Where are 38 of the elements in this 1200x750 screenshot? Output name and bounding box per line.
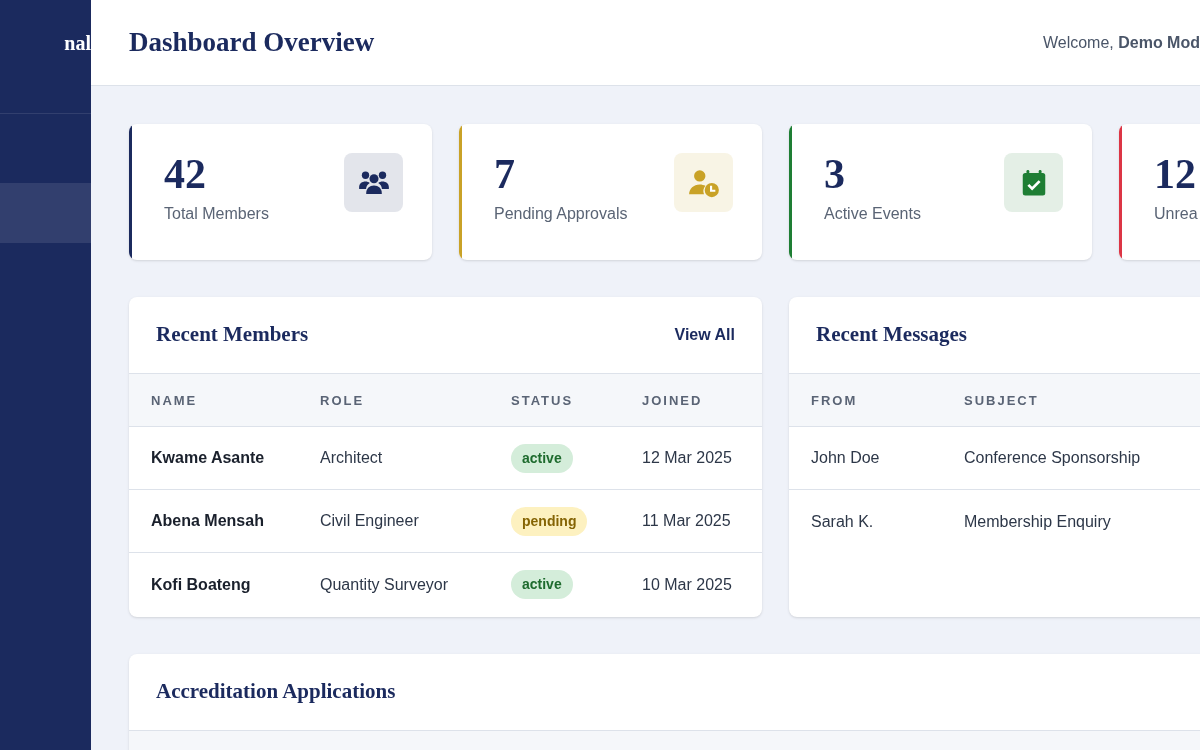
card-title: Recent Messages [816, 321, 968, 349]
member-name: Kwame Asante [151, 449, 265, 466]
stat-value: 42 [164, 150, 207, 199]
stat-value: 3 [824, 150, 846, 199]
welcome-text: Welcome, Demo Mod [1042, 32, 1200, 53]
member-name: Abena Mensah [151, 512, 264, 529]
column-header: NAME [151, 393, 198, 408]
sidebar-item[interactable] [0, 183, 91, 243]
brand-name: nal [64, 30, 91, 56]
column-header: STATUS [511, 393, 574, 408]
column-header: FROM [811, 393, 858, 408]
column-header: SUBJECT [964, 393, 1039, 408]
column-header: ROLE [320, 393, 365, 408]
stat-label: Unrea [1154, 204, 1198, 224]
view-all-link[interactable]: View All [674, 323, 735, 347]
status-badge: active [511, 443, 573, 473]
member-name: Kofi Boateng [151, 575, 251, 593]
joined-date: 12 Mar 2025 [642, 449, 732, 466]
page-title: Dashboard Overview [129, 26, 375, 60]
stat-value: 12 [1154, 150, 1197, 199]
stat-label: Active Events [824, 204, 921, 224]
stat-value: 7 [494, 150, 516, 199]
sender-name: Sarah K. [811, 512, 874, 530]
sender-name: John Doe [811, 449, 880, 466]
status-badge: active [511, 570, 573, 599]
message-subject: Membership Enquiry [964, 512, 1111, 530]
column-header: JOINED [642, 393, 703, 408]
role-text: Civil Engineer [320, 512, 419, 529]
stat-label: Total Members [164, 204, 269, 224]
status-badge: pending [511, 506, 588, 536]
joined-date: 11 Mar 2025 [642, 512, 731, 529]
joined-date: 10 Mar 2025 [642, 575, 732, 593]
message-subject: Conference Sponsorship [964, 449, 1141, 466]
stat-label: Pending Approvals [494, 204, 628, 224]
role-text: Architect [320, 449, 383, 466]
role-text: Quantity Surveyor [320, 575, 449, 593]
card-title: Accreditation Applications [156, 678, 396, 706]
card-title: Recent Members [156, 321, 309, 349]
